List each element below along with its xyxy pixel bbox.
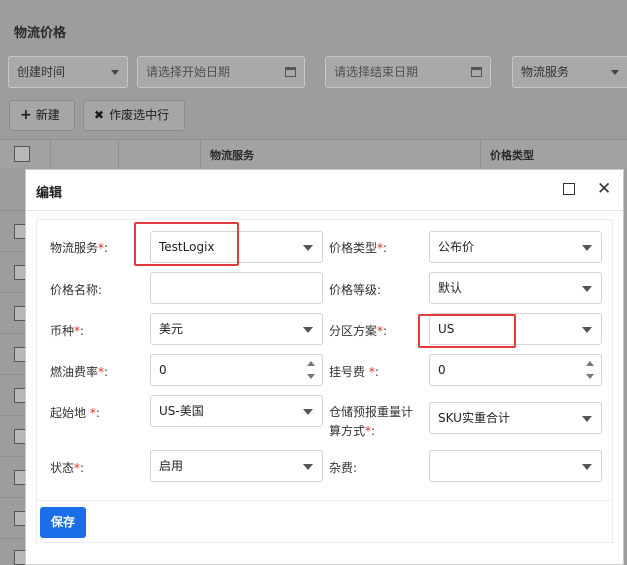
- new-button[interactable]: + 新建: [9, 100, 75, 131]
- misc-fee-label: 杂费:: [329, 461, 358, 475]
- chevron-down-icon: [303, 409, 313, 415]
- currency-select-value: 美元: [159, 322, 184, 336]
- created-time-select[interactable]: 创建时间: [8, 56, 128, 88]
- fuel-rate-input-value: 0: [159, 363, 167, 377]
- row-divider: [0, 292, 25, 293]
- currency-select[interactable]: 美元: [150, 313, 323, 345]
- column-divider: [118, 139, 119, 169]
- new-button-label: 新建: [35, 108, 60, 122]
- maximize-icon[interactable]: [563, 183, 575, 195]
- calendar-icon: [471, 67, 482, 77]
- row-divider: [0, 497, 25, 498]
- row-divider: [0, 210, 25, 211]
- chevron-down-icon: [582, 464, 592, 470]
- origin-label: 起始地 *:: [50, 406, 100, 420]
- price-level-select[interactable]: 默认: [429, 272, 602, 304]
- chevron-down-icon: [111, 70, 119, 75]
- status-select[interactable]: 启用: [150, 450, 323, 482]
- status-label: 状态*:: [50, 461, 85, 475]
- row-divider: [0, 251, 25, 252]
- origin-select[interactable]: US-美国: [150, 395, 323, 427]
- end-date-placeholder: 请选择结束日期: [334, 65, 419, 79]
- column-divider: [480, 139, 481, 169]
- status-select-value: 启用: [159, 459, 184, 473]
- logistics-service-select-label: 物流服务: [521, 65, 570, 79]
- chevron-down-icon: [303, 245, 313, 251]
- chevron-down-icon: [303, 464, 313, 470]
- zone-plan-label: 分区方案*:: [329, 324, 388, 338]
- decrement-icon[interactable]: [307, 374, 315, 379]
- price-type-select-value: 公布价: [438, 240, 475, 254]
- start-date-placeholder: 请选择开始日期: [146, 65, 231, 79]
- close-icon: ✖: [94, 108, 105, 122]
- plus-icon: +: [20, 107, 32, 123]
- highlight-box-zone-plan: [418, 314, 516, 348]
- logistics-service-select[interactable]: 物流服务: [512, 56, 627, 88]
- column-divider: [50, 139, 51, 169]
- dialog-title: 编辑: [36, 186, 63, 201]
- registration-fee-input-value: 0: [438, 363, 446, 377]
- currency-label: 币种*:: [50, 324, 85, 338]
- increment-icon[interactable]: [307, 361, 315, 366]
- chevron-down-icon: [582, 286, 592, 292]
- weight-calc-select-value: SKU实重合计: [438, 411, 510, 425]
- chevron-down-icon: [582, 327, 592, 333]
- price-type-select[interactable]: 公布价: [429, 231, 602, 263]
- highlight-box-service: [134, 222, 239, 266]
- end-date-input[interactable]: 请选择结束日期: [325, 56, 491, 88]
- row-divider: [0, 333, 25, 334]
- chevron-down-icon: [582, 245, 592, 251]
- weight-calc-select[interactable]: SKU实重合计: [429, 402, 602, 434]
- weight-calc-label: 仓储预报重量计 算方式*:: [329, 405, 414, 438]
- void-selected-button[interactable]: ✖ 作废选中行: [83, 100, 185, 131]
- chevron-down-icon: [582, 416, 592, 422]
- select-all-checkbox[interactable]: [14, 146, 30, 162]
- service-label: 物流服务*:: [50, 241, 109, 255]
- registration-fee-label: 挂号费 *:: [329, 365, 379, 379]
- calendar-icon: [285, 67, 296, 77]
- form-footer-divider: [37, 500, 612, 501]
- page-title: 物流价格: [14, 26, 67, 41]
- close-icon[interactable]: ✕: [597, 179, 611, 199]
- save-button[interactable]: 保存: [40, 507, 86, 538]
- chevron-down-icon: [611, 70, 619, 75]
- row-divider: [0, 456, 25, 457]
- column-header-service: 物流服务: [210, 149, 254, 162]
- increment-icon[interactable]: [586, 361, 594, 366]
- chevron-down-icon: [303, 327, 313, 333]
- start-date-input[interactable]: 请选择开始日期: [137, 56, 305, 88]
- price-name-input[interactable]: [150, 272, 323, 304]
- fuel-rate-input[interactable]: 0: [150, 354, 323, 386]
- void-selected-button-label: 作废选中行: [109, 108, 170, 122]
- created-time-select-label: 创建时间: [17, 65, 66, 79]
- price-name-label: 价格名称:: [50, 283, 103, 297]
- dialog-header-divider: [26, 210, 623, 211]
- row-divider: [0, 374, 25, 375]
- fuel-rate-label: 燃油费率*:: [50, 365, 109, 379]
- origin-select-value: US-美国: [159, 404, 204, 418]
- row-divider: [0, 538, 25, 539]
- column-divider: [200, 139, 201, 169]
- price-level-label: 价格等级:: [329, 283, 382, 297]
- row-divider: [0, 415, 25, 416]
- misc-fee-select[interactable]: [429, 450, 602, 482]
- registration-fee-input[interactable]: 0: [429, 354, 602, 386]
- column-header-price-type: 价格类型: [490, 149, 534, 162]
- price-type-label: 价格类型*:: [329, 241, 388, 255]
- price-level-select-value: 默认: [438, 281, 463, 295]
- decrement-icon[interactable]: [586, 374, 594, 379]
